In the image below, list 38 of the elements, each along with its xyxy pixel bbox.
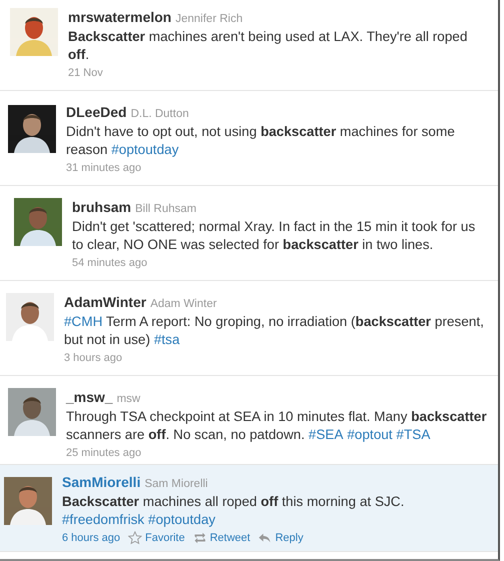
hashtag-link[interactable]: #SEA (308, 427, 344, 442)
tweet-text: #CMH Term A report: No groping, no irradiation (backscatter present, but not in use) #tsa (64, 313, 485, 349)
username[interactable]: bruhsam (72, 198, 132, 216)
full-name: Adam Winter (150, 297, 217, 312)
retweet-link[interactable]: Retweet (192, 531, 250, 545)
full-name: D.L. Dutton (130, 107, 189, 122)
hashtag-link[interactable]: #freedomfrisk (62, 512, 144, 527)
timestamp: 31 minutes ago (66, 161, 142, 175)
reply-link[interactable]: Reply (258, 531, 304, 545)
timestamp: 54 minutes ago (72, 256, 148, 270)
timestamp: 3 hours ago (64, 351, 122, 365)
hashtag-link[interactable]: #optoutday (111, 142, 179, 157)
hashtag-link[interactable]: #CMH (64, 314, 103, 329)
tweet-text: Didn't have to opt out, not using backscatter machines for some reason #optoutday (66, 123, 456, 159)
full-name: Jennifer Rich (175, 12, 243, 27)
full-name: Bill Ruhsam (135, 202, 196, 217)
timestamp[interactable]: 6 hours ago (62, 531, 120, 545)
hashtag-link[interactable]: #optout (347, 427, 392, 442)
tweet-text: Through TSA checkpoint at SEA in 10 minutes flat. Many backscatter scanners are off. No scan, no patdown. #SEA #optout #TSA (66, 408, 488, 444)
username[interactable]: mrswatermelon (68, 8, 172, 26)
star-icon (128, 531, 142, 545)
tweet-text: Backscatter machines all roped off this morning at SJC. #freedomfrisk #optoutday (62, 493, 406, 529)
timestamp: 21 Nov (68, 66, 103, 80)
username[interactable]: DLeeDed (66, 103, 127, 121)
hashtag-link[interactable]: #TSA (396, 427, 430, 442)
tweet-text: Didn't get 'scattered; normal Xray. In fact in the 15 min it took for us to clear, NO ONE was selected for backscatter in two lines. (72, 218, 476, 254)
reply-icon (258, 531, 272, 545)
timestamp: 25 minutes ago (66, 446, 142, 460)
username[interactable]: AdamWinter (64, 293, 146, 311)
hashtag-link[interactable]: #optoutday (148, 512, 216, 527)
username[interactable]: _msw_ (66, 388, 113, 406)
tweet-text: Backscatter machines aren't being used at LAX. They're all roped off. (68, 28, 468, 64)
retweet-icon (192, 531, 207, 545)
full-name: msw (116, 392, 140, 407)
favorite-link[interactable]: Favorite (128, 531, 185, 545)
hashtag-link[interactable]: #tsa (154, 332, 180, 347)
username[interactable]: SamMiorelli (62, 473, 141, 491)
full-name: Sam Miorelli (144, 477, 208, 492)
